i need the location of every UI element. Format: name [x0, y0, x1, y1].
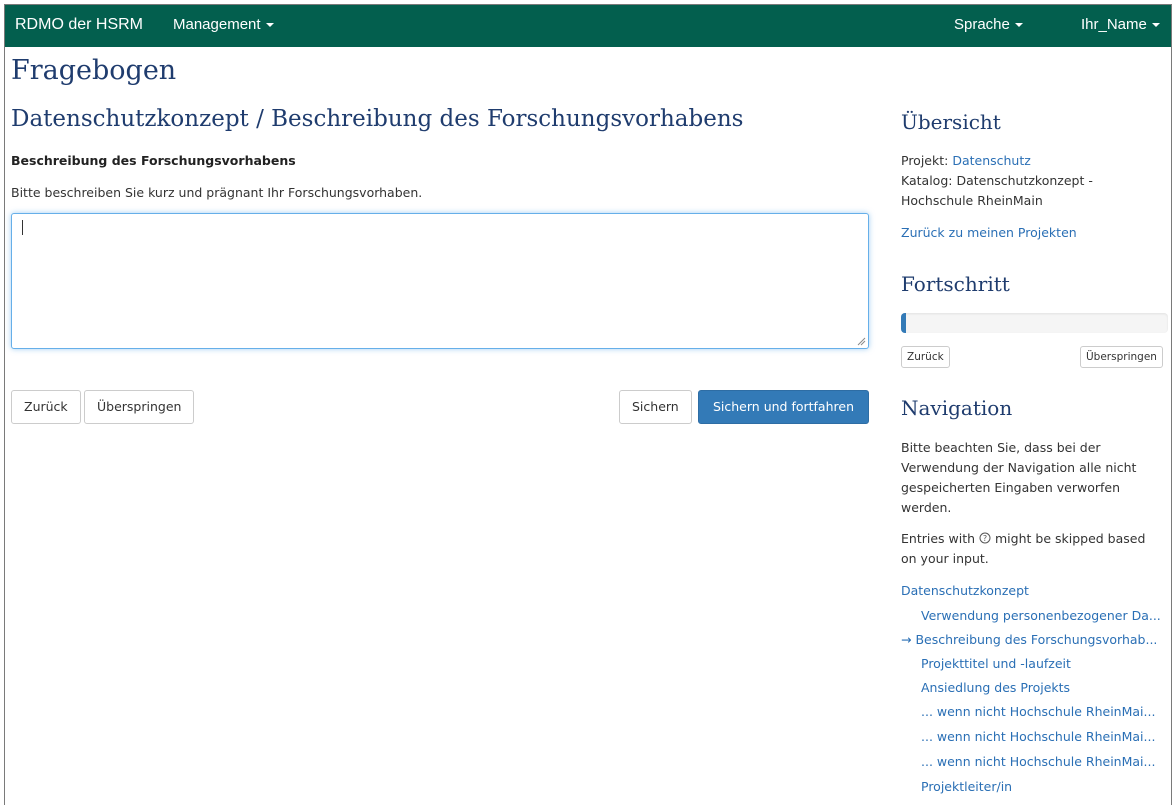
- catalog-line-2: Hochschule RheinMain: [901, 193, 1043, 208]
- catalog-line-1: Katalog: Datenschutzkonzept -: [901, 173, 1093, 188]
- nav-warning-line-2: Verwendung der Navigation alle nicht: [901, 460, 1137, 475]
- nav-item-7[interactable]: ... wenn nicht Hochschule RheinMai...: [921, 754, 1155, 769]
- nav-item-6[interactable]: ... wenn nicht Hochschule RheinMai...: [921, 729, 1155, 744]
- language-menu[interactable]: Sprache: [954, 5, 1023, 47]
- project-info: Projekt: Datenschutz Katalog: Datenschut…: [901, 151, 1166, 211]
- section-title: Datenschutzkonzept / Beschreibung des Fo…: [11, 106, 744, 132]
- language-label: Sprache: [954, 16, 1010, 33]
- resize-grip-icon[interactable]: [856, 336, 866, 346]
- app-frame: RDMO der HSRM Management Sprache Ihr_Nam…: [4, 4, 1172, 805]
- page-title: Fragebogen: [11, 55, 177, 86]
- nav-item-3[interactable]: Projekttitel und -laufzeit: [921, 656, 1071, 671]
- nav-warning-line-3: gespeicherten Eingaben verworfen: [901, 480, 1121, 495]
- back-button[interactable]: Zurück: [11, 390, 81, 424]
- nav-item-1[interactable]: Verwendung personenbezogener Da...: [921, 608, 1161, 623]
- progress-skip-button[interactable]: Überspringen: [1080, 346, 1163, 368]
- overview-heading: Übersicht: [901, 110, 1001, 134]
- progress-bar: [901, 313, 1168, 333]
- caret-down-icon: [265, 23, 274, 28]
- skip-note: Entries with ? might be skipped based on…: [901, 529, 1166, 569]
- caret-down-icon: [1014, 23, 1023, 28]
- answer-textarea[interactable]: [11, 213, 869, 349]
- navigation-warning: Bitte beachten Sie, dass bei der Verwend…: [901, 438, 1166, 518]
- svg-text:?: ?: [983, 534, 987, 543]
- nav-item-8[interactable]: Projektleiter/in: [921, 779, 1012, 794]
- project-line: Projekt: Datenschutz: [901, 151, 1166, 171]
- skip-note-line-3: on your input.: [901, 551, 989, 566]
- brand-link[interactable]: RDMO der HSRM: [15, 5, 143, 47]
- skip-note-line-1: Entries with ? might be skipped based: [901, 529, 1166, 549]
- user-menu[interactable]: Ihr_Name: [1081, 5, 1160, 47]
- nav-warning-line-1: Bitte beachten Sie, dass bei der: [901, 440, 1101, 455]
- skip-note-text-1: Entries with: [901, 531, 976, 546]
- skip-note-text-2: might be skipped based: [995, 531, 1146, 546]
- back-to-projects-link[interactable]: Zurück zu meinen Projekten: [901, 223, 1166, 243]
- save-button[interactable]: Sichern: [619, 390, 692, 424]
- nav-item-2-label: Beschreibung des Forschungsvorhab...: [915, 632, 1158, 647]
- nav-item-current[interactable]: → Beschreibung des Forschungsvorhab...: [901, 632, 1157, 647]
- project-link[interactable]: Datenschutz: [952, 153, 1031, 168]
- progress-heading: Fortschritt: [901, 272, 1010, 296]
- progress-back-button[interactable]: Zurück: [901, 346, 950, 368]
- user-label: Ihr_Name: [1081, 16, 1147, 33]
- nav-item-4[interactable]: Ansiedlung des Projekts: [921, 680, 1070, 695]
- nav-section-datenschutzkonzept[interactable]: Datenschutzkonzept: [901, 583, 1029, 598]
- progress-bar-fill: [901, 313, 907, 333]
- nav-warning-line-4: werden.: [901, 500, 952, 515]
- navigation-heading: Navigation: [901, 396, 1013, 420]
- skip-button[interactable]: Überspringen: [84, 390, 195, 424]
- management-menu[interactable]: Management: [173, 5, 274, 47]
- current-arrow-icon: →: [901, 632, 912, 647]
- top-navbar: RDMO der HSRM Management Sprache Ihr_Nam…: [5, 5, 1171, 47]
- nav-item-5[interactable]: ... wenn nicht Hochschule RheinMai...: [921, 704, 1155, 719]
- text-cursor: [22, 220, 23, 235]
- caret-down-icon: [1151, 23, 1160, 28]
- question-circle-icon: ?: [979, 532, 991, 544]
- question-label: Beschreibung des Forschungsvorhabens: [11, 153, 296, 168]
- save-and-continue-button[interactable]: Sichern und fortfahren: [698, 390, 869, 424]
- management-label: Management: [173, 16, 261, 33]
- question-help-text: Bitte beschreiben Sie kurz und prägnant …: [11, 185, 423, 200]
- project-prefix: Projekt:: [901, 153, 953, 168]
